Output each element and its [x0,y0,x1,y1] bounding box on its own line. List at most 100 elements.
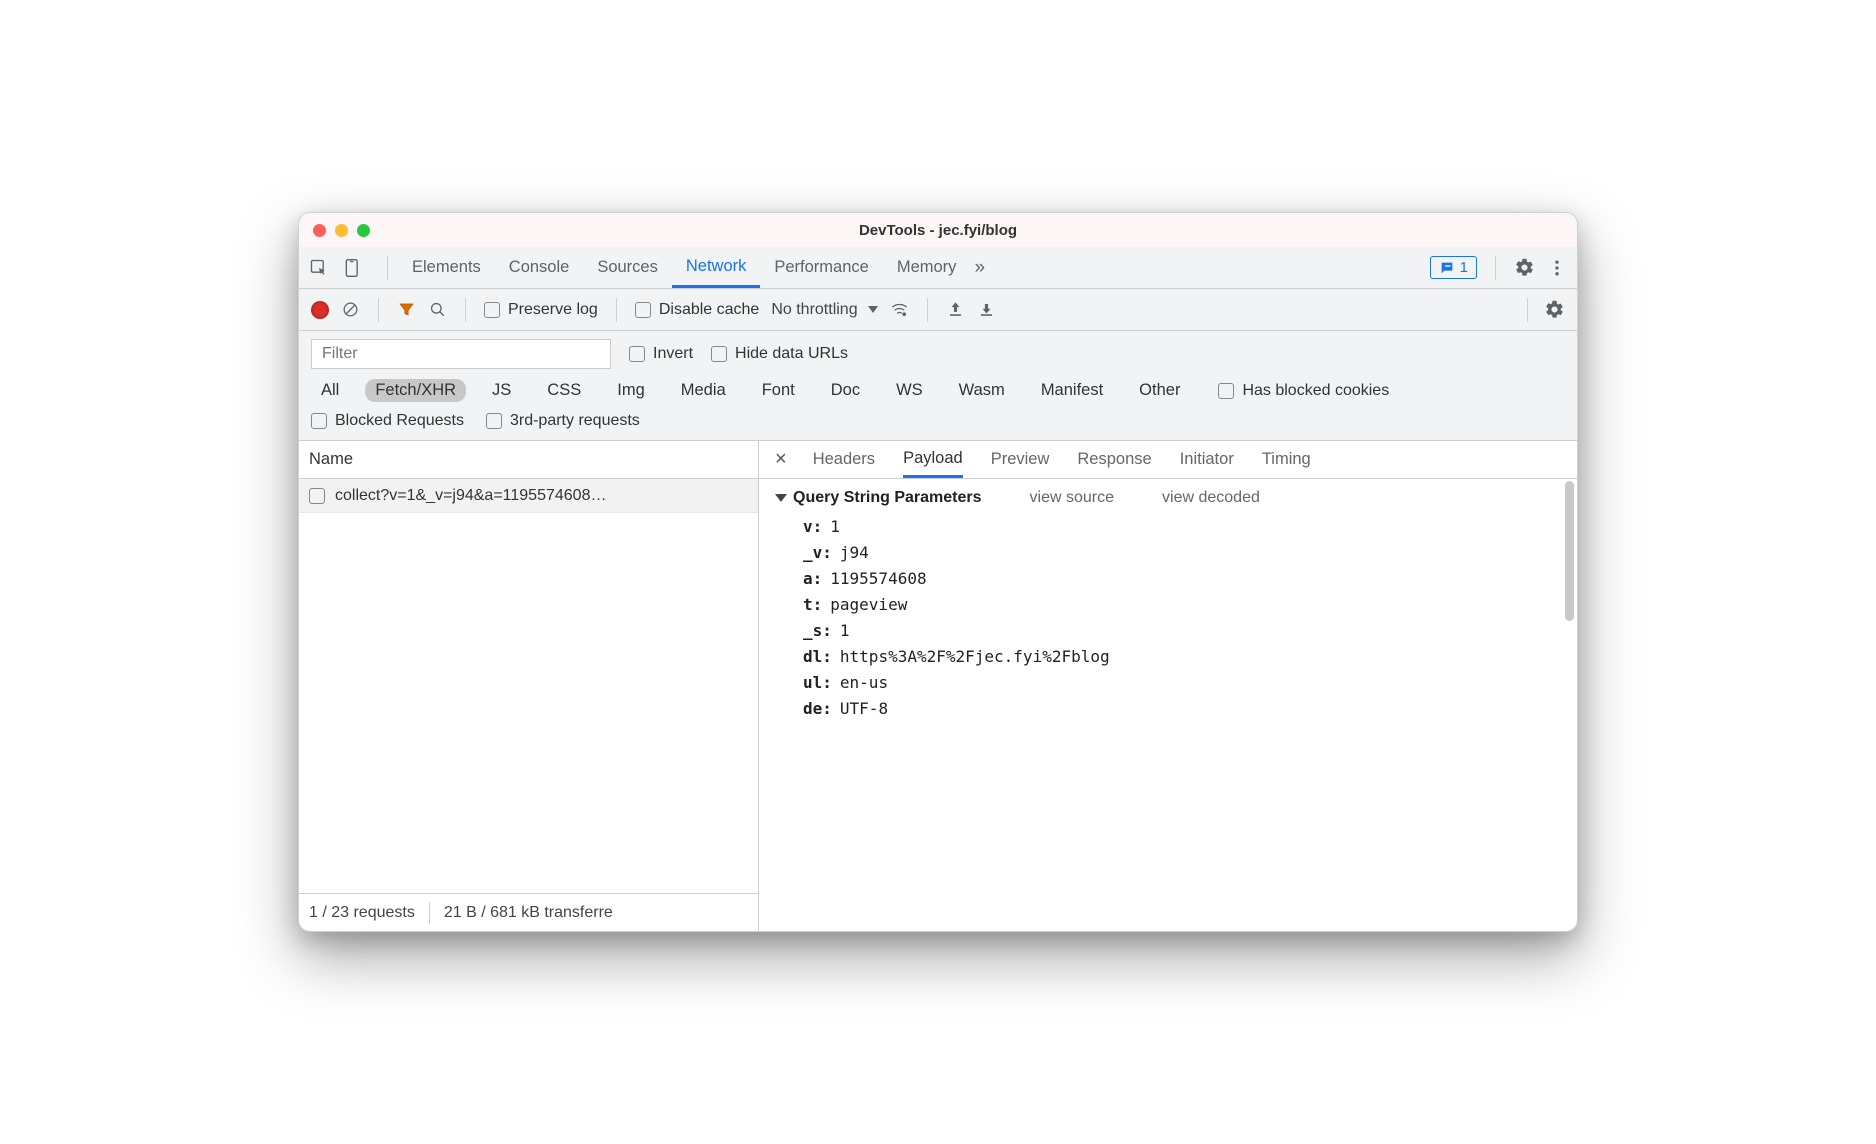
separator [616,298,617,322]
param-key: t: [803,595,822,614]
tab-console[interactable]: Console [495,247,584,288]
filter-type-doc[interactable]: Doc [821,379,870,402]
view-source-link[interactable]: view source [1030,489,1114,507]
detail-tab-response[interactable]: Response [1077,441,1151,478]
filter-type-all[interactable]: All [311,379,349,402]
filter-type-img[interactable]: Img [607,379,655,402]
minimize-window-icon[interactable] [335,224,348,237]
filter-type-media[interactable]: Media [671,379,736,402]
settings-icon[interactable] [1514,257,1535,278]
chevron-down-icon [868,306,878,313]
param-key: ul: [803,673,832,692]
detail-tab-preview[interactable]: Preview [991,441,1050,478]
tab-network[interactable]: Network [672,247,761,288]
filter-type-wasm[interactable]: Wasm [949,379,1015,402]
separator [387,256,388,280]
settings-icon[interactable] [1544,299,1565,320]
request-row[interactable]: collect?v=1&_v=j94&a=1195574608… [299,479,758,513]
titlebar: DevTools - jec.fyi/blog [299,213,1577,247]
device-toggle-icon[interactable] [343,258,363,278]
filter-type-fetchxhr[interactable]: Fetch/XHR [365,379,466,402]
filter-type-ws[interactable]: WS [886,379,933,402]
tab-memory[interactable]: Memory [883,247,971,288]
more-tabs-button[interactable]: » [974,257,985,279]
close-window-icon[interactable] [313,224,326,237]
filter-type-js[interactable]: JS [482,379,521,402]
param-row: _v:j94 [803,543,1561,562]
traffic-lights [313,224,370,237]
issues-badge[interactable]: 1 [1430,256,1477,279]
param-key: a: [803,569,822,588]
issues-count: 1 [1460,259,1468,276]
tab-performance[interactable]: Performance [760,247,882,288]
status-bar: 1 / 23 requests 21 B / 681 kB transferre [299,893,758,931]
record-button[interactable] [311,301,329,319]
close-detail-button[interactable]: × [771,448,791,471]
request-checkbox[interactable] [309,488,325,504]
param-value: UTF-8 [840,699,888,718]
param-key: dl: [803,647,832,666]
detail-tab-payload[interactable]: Payload [903,441,963,478]
disable-cache-toggle[interactable]: Disable cache [635,301,760,319]
filter-type-other[interactable]: Other [1129,379,1190,402]
disclosure-triangle-icon [775,494,787,502]
upload-har-icon[interactable] [946,300,965,319]
filter-input[interactable] [311,339,611,369]
param-value: 1 [830,517,840,536]
param-value: 1 [840,621,850,640]
blocked-requests-toggle[interactable]: Blocked Requests [311,412,464,430]
filter-type-css[interactable]: CSS [537,379,591,402]
kebab-menu-icon[interactable] [1547,258,1567,278]
zoom-window-icon[interactable] [357,224,370,237]
param-row: de: UTF-8 [803,699,1561,718]
detail-tab-headers[interactable]: Headers [813,441,875,478]
window-title: DevTools - jec.fyi/blog [299,222,1577,239]
param-key: _s: [803,621,832,640]
section-title: Query String Parameters [793,489,982,507]
name-column-header[interactable]: Name [299,441,758,479]
filter-bar: Invert Hide data URLs All Fetch/XHR JS CSS I… [299,331,1577,441]
param-value: https%3A%2F%2Fjec.fyi%2Fblog [840,647,1110,666]
request-count: 1 / 23 requests [309,904,415,922]
main-tabs: ElementsConsoleSourcesNetworkPerformance… [299,247,1577,289]
separator [1527,298,1528,322]
has-blocked-cookies-toggle[interactable]: Has blocked cookies [1218,382,1389,400]
param-row: _s: 1 [803,621,1561,640]
param-row: a:1195574608 [803,569,1561,588]
preserve-log-toggle[interactable]: Preserve log [484,301,598,319]
separator [378,298,379,322]
search-icon[interactable] [428,300,447,319]
filter-icon[interactable] [397,300,416,319]
third-party-toggle[interactable]: 3rd-party requests [486,412,640,430]
detail-tab-timing[interactable]: Timing [1262,441,1311,478]
request-detail: × Headers Payload Preview Response Initiator… [759,441,1577,931]
param-row: dl: https%3A%2F%2Fjec.fyi%2Fblog [803,647,1561,666]
download-har-icon[interactable] [977,300,996,319]
param-row: ul: en-us [803,673,1561,692]
request-list: Name collect?v=1&_v=j94&a=1195574608… 1 … [299,441,759,931]
tab-elements[interactable]: Elements [398,247,495,288]
separator [1495,256,1496,280]
detail-tab-initiator[interactable]: Initiator [1180,441,1234,478]
inspect-icon[interactable] [309,258,329,278]
tab-sources[interactable]: Sources [583,247,672,288]
network-conditions-icon[interactable] [890,300,909,319]
hide-data-urls-toggle[interactable]: Hide data URLs [711,345,848,363]
filter-type-manifest[interactable]: Manifest [1031,379,1113,402]
devtools-window: DevTools - jec.fyi/blog ElementsConsoleS… [298,212,1578,932]
param-value: en-us [840,673,888,692]
view-decoded-link[interactable]: view decoded [1162,489,1260,507]
separator [927,298,928,322]
filter-type-font[interactable]: Font [752,379,805,402]
param-row: v:1 [803,517,1561,536]
param-key: de: [803,699,832,718]
throttling-select[interactable]: No throttling [771,301,877,319]
separator [429,902,430,924]
network-toolbar: Preserve log Disable cache No throttling [299,289,1577,331]
scrollbar-thumb[interactable] [1565,481,1574,621]
request-name: collect?v=1&_v=j94&a=1195574608… [335,487,606,505]
param-value: j94 [840,543,869,562]
query-params-section-toggle[interactable]: Query String Parameters [775,489,982,507]
invert-toggle[interactable]: Invert [629,345,693,363]
clear-icon[interactable] [341,300,360,319]
